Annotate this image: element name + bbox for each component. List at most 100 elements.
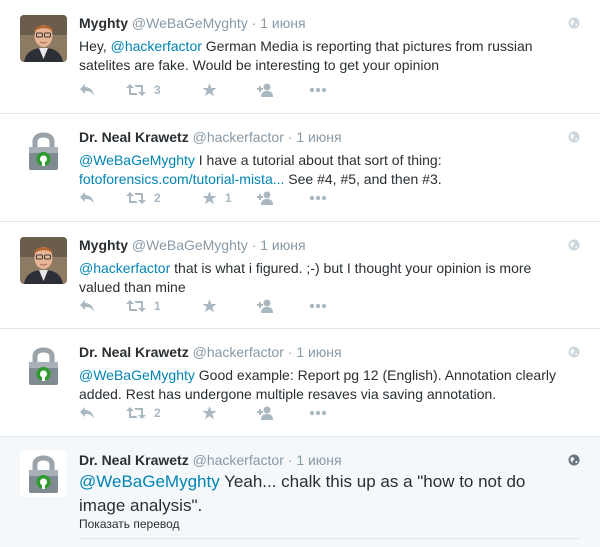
retweet-icon — [126, 407, 146, 419]
person-photo-icon — [20, 237, 67, 284]
favorite-button[interactable] — [202, 80, 257, 100]
author-handle[interactable]: @WeBaGeMyghty — [132, 237, 248, 253]
text-part: See #4, #5, and then #3. — [284, 171, 442, 187]
more-button[interactable] — [309, 403, 339, 423]
more-button[interactable] — [309, 80, 339, 100]
tweet[interactable]: Myghty @WeBaGeMyghty · 1 июня Hey, @hack… — [0, 0, 600, 114]
reply-button[interactable] — [79, 188, 126, 208]
retweet-icon — [126, 84, 146, 96]
tweet[interactable]: Dr. Neal Krawetz @hackerfactor · 1 июня … — [0, 329, 600, 437]
reply-icon — [80, 84, 94, 96]
mention-link[interactable]: @hackerfactor — [79, 260, 170, 276]
author-handle[interactable]: @hackerfactor — [193, 129, 284, 145]
retweet-button[interactable]: 1 — [126, 296, 202, 316]
follow-button[interactable] — [257, 403, 309, 423]
add-user-icon — [257, 406, 273, 420]
tweet-feed: Myghty @WeBaGeMyghty · 1 июня Hey, @hack… — [0, 0, 600, 547]
separator: · — [287, 452, 293, 468]
separator: · — [251, 15, 257, 31]
globe-icon — [568, 17, 580, 29]
author-handle[interactable]: @hackerfactor — [193, 344, 284, 360]
avatar[interactable] — [20, 127, 67, 174]
reply-icon — [80, 192, 94, 204]
tweet-expanded[interactable]: Dr. Neal Krawetz @hackerfactor · 1 июня … — [0, 437, 600, 547]
favorite-count: 1 — [225, 191, 232, 205]
globe-icon — [568, 131, 580, 143]
tweet-text: @hackerfactor that is what i figured. ;-… — [79, 259, 570, 297]
tweet-header: Myghty @WeBaGeMyghty · 1 июня — [79, 236, 560, 254]
timestamp[interactable]: 1 июня — [296, 344, 341, 360]
retweet-icon — [126, 192, 146, 204]
author-handle[interactable]: @hackerfactor — [193, 452, 284, 468]
author-name[interactable]: Myghty — [79, 237, 128, 253]
favorite-button[interactable] — [202, 296, 257, 316]
url-link[interactable]: fotoforensics.com/tutorial-mista... — [79, 171, 284, 187]
tweet-actions: 2 1 — [79, 188, 339, 208]
author-name[interactable]: Dr. Neal Krawetz — [79, 344, 189, 360]
reply-icon — [80, 300, 94, 312]
mention-link[interactable]: @WeBaGeMyghty — [79, 367, 195, 383]
mention-link[interactable]: @hackerfactor — [111, 38, 202, 54]
retweet-button[interactable]: 2 — [126, 403, 202, 423]
star-icon — [202, 83, 217, 97]
retweet-count: 3 — [154, 83, 161, 97]
more-button[interactable] — [309, 296, 339, 316]
padlock-icon — [20, 450, 67, 497]
tweet-text: @WeBaGeMyghty Yeah... chalk this up as a… — [79, 470, 570, 518]
tweet-text: @WeBaGeMyghty Good example: Report pg 12… — [79, 366, 570, 404]
padlock-icon — [20, 342, 67, 389]
mention-link[interactable]: @WeBaGeMyghty — [79, 472, 220, 491]
padlock-icon — [20, 127, 67, 174]
globe-icon — [568, 346, 580, 358]
more-dots-icon — [309, 410, 327, 416]
mention-link[interactable]: @WeBaGeMyghty — [79, 152, 195, 168]
separator: · — [287, 129, 293, 145]
tweet-header: Dr. Neal Krawetz @hackerfactor · 1 июня — [79, 128, 560, 146]
reply-button[interactable] — [79, 403, 126, 423]
timestamp[interactable]: 1 июня — [296, 452, 341, 468]
more-button[interactable] — [309, 188, 339, 208]
follow-button[interactable] — [257, 296, 309, 316]
retweet-button[interactable]: 2 — [126, 188, 202, 208]
more-dots-icon — [309, 87, 327, 93]
reply-button[interactable] — [79, 296, 126, 316]
author-handle[interactable]: @WeBaGeMyghty — [132, 15, 248, 31]
retweet-button[interactable]: 3 — [126, 80, 202, 100]
follow-button[interactable] — [257, 80, 309, 100]
tweet[interactable]: Dr. Neal Krawetz @hackerfactor · 1 июня … — [0, 114, 600, 222]
avatar[interactable] — [20, 15, 67, 62]
tweet[interactable]: Myghty @WeBaGeMyghty · 1 июня @hackerfac… — [0, 222, 600, 329]
author-name[interactable]: Dr. Neal Krawetz — [79, 452, 189, 468]
reply-button[interactable] — [79, 80, 126, 100]
timestamp[interactable]: 1 июня — [296, 129, 341, 145]
tweet-header: Dr. Neal Krawetz @hackerfactor · 1 июня — [79, 451, 560, 469]
avatar[interactable] — [20, 342, 67, 389]
star-icon — [202, 299, 217, 313]
favorite-button[interactable] — [202, 403, 257, 423]
globe-icon — [568, 239, 580, 251]
add-user-icon — [257, 83, 273, 97]
tweet-actions: 2 — [79, 403, 339, 423]
avatar[interactable] — [20, 237, 67, 284]
author-name[interactable]: Dr. Neal Krawetz — [79, 129, 189, 145]
avatar[interactable] — [20, 450, 67, 497]
text-part: Hey, — [79, 38, 111, 54]
reply-icon — [80, 407, 94, 419]
add-user-icon — [257, 191, 273, 205]
timestamp[interactable]: 1 июня — [260, 237, 305, 253]
more-dots-icon — [309, 195, 327, 201]
globe-icon — [568, 454, 580, 466]
add-user-icon — [257, 299, 273, 313]
author-name[interactable]: Myghty — [79, 15, 128, 31]
timestamp[interactable]: 1 июня — [260, 15, 305, 31]
separator: · — [251, 237, 257, 253]
retweet-count: 2 — [154, 191, 161, 205]
translate-link[interactable]: Показать перевод — [79, 517, 180, 531]
favorite-button[interactable]: 1 — [202, 188, 257, 208]
tweet-actions: 1 — [79, 296, 339, 316]
tweet-text: Hey, @hackerfactor German Media is repor… — [79, 37, 570, 75]
follow-button[interactable] — [257, 188, 309, 208]
tweet-header: Dr. Neal Krawetz @hackerfactor · 1 июня — [79, 343, 560, 361]
more-dots-icon — [309, 303, 327, 309]
retweet-count: 1 — [154, 299, 161, 313]
